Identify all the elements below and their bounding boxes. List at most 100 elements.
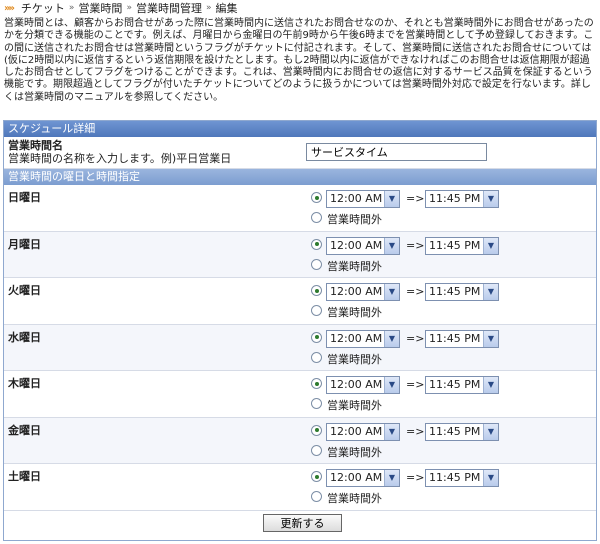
start-time-value: 12:00 AM <box>330 424 383 438</box>
start-time-select[interactable]: 12:00 AM ▼ <box>326 283 400 301</box>
open-hours-radio[interactable] <box>311 378 322 389</box>
chevron-down-icon: ▼ <box>483 284 498 300</box>
closed-radio[interactable] <box>311 491 322 502</box>
chevron-down-icon: ▼ <box>483 470 498 486</box>
day-row: 水曜日 12:00 AM ▼ => 11:45 PM ▼ 営業時間外 <box>4 324 596 371</box>
chevron-down-icon: ▼ <box>483 237 498 254</box>
chevron-down-icon: ▼ <box>483 377 498 393</box>
closed-radio[interactable] <box>311 212 322 223</box>
end-time-value: 11:45 PM <box>429 285 481 298</box>
form-footer: 更新する <box>4 511 596 535</box>
day-row: 月曜日 12:00 AM ▼ => 11:45 PM ▼ 営業時間外 <box>4 231 596 278</box>
end-time-select[interactable]: 11:45 PM ▼ <box>425 283 499 301</box>
section-title: 営業時間の曜日と時間指定 <box>4 169 596 185</box>
chevron-down-icon: ▼ <box>384 191 399 207</box>
day-label: 日曜日 <box>8 191 41 204</box>
schedule-panel: スケジュール詳細 営業時間名 営業時間の名称を入力します。例)平日営業日 営業時… <box>3 120 597 541</box>
end-time-select[interactable]: 11:45 PM ▼ <box>425 469 499 487</box>
chevron-down-icon: ▼ <box>384 330 399 347</box>
open-hours-radio[interactable] <box>311 471 322 482</box>
chevron-down-icon: ▼ <box>384 377 399 393</box>
closed-radio[interactable] <box>311 305 322 316</box>
open-hours-radio[interactable] <box>311 238 322 250</box>
update-button[interactable]: 更新する <box>263 513 342 532</box>
end-time-value: 11:45 PM <box>429 192 481 205</box>
breadcrumb-separator-icon: » <box>126 3 132 13</box>
day-label: 水曜日 <box>8 330 41 344</box>
chevron-down-icon: ▼ <box>483 191 498 207</box>
day-row: 土曜日 12:00 AM ▼ => 11:45 PM ▼ 営業時間外 <box>4 464 596 511</box>
chevron-down-icon: ▼ <box>384 470 399 486</box>
closed-label: 営業時間外 <box>327 445 382 459</box>
end-time-select[interactable]: 11:45 PM ▼ <box>425 190 499 208</box>
closed-label: 営業時間外 <box>327 259 382 273</box>
breadcrumb-item-business-hours[interactable]: 営業時間 <box>78 0 122 16</box>
end-time-value: 11:45 PM <box>429 238 481 252</box>
name-row: 営業時間名 営業時間の名称を入力します。例)平日営業日 <box>4 137 596 169</box>
closed-label: 営業時間外 <box>327 306 382 319</box>
start-time-value: 12:00 AM <box>330 285 383 298</box>
end-time-value: 11:45 PM <box>429 471 481 484</box>
breadcrumb-separator-icon: » <box>205 3 212 13</box>
closed-radio[interactable] <box>311 258 322 270</box>
start-time-value: 12:00 AM <box>330 378 383 391</box>
day-row: 金曜日 12:00 AM ▼ => 11:45 PM ▼ 営業時間外 <box>4 417 596 464</box>
range-arrow: => <box>406 238 425 252</box>
day-label: 木曜日 <box>8 377 41 390</box>
start-time-value: 12:00 AM <box>330 331 383 345</box>
end-time-value: 11:45 PM <box>429 331 481 345</box>
end-time-select[interactable]: 11:45 PM ▼ <box>425 376 499 394</box>
name-field-title: 営業時間名 <box>8 139 63 152</box>
closed-label: 営業時間外 <box>327 399 382 412</box>
open-hours-radio[interactable] <box>311 331 322 343</box>
closed-label: 営業時間外 <box>327 492 382 505</box>
chevron-down-icon: ▼ <box>483 423 498 440</box>
breadcrumb-arrow-icon: »» <box>4 2 15 14</box>
range-arrow: => <box>406 285 425 298</box>
page-description: 営業時間とは、顧客からお問合せがあった際に営業時間内に送信されたお問合せなのか、… <box>4 18 594 103</box>
closed-radio[interactable] <box>311 398 322 409</box>
range-arrow: => <box>406 331 425 345</box>
start-time-select[interactable]: 12:00 AM ▼ <box>326 422 400 441</box>
open-hours-radio[interactable] <box>311 285 322 296</box>
end-time-value: 11:45 PM <box>429 424 481 438</box>
range-arrow: => <box>406 471 425 484</box>
day-label: 土曜日 <box>8 470 41 483</box>
chevron-down-icon: ▼ <box>384 284 399 300</box>
start-time-select[interactable]: 12:00 AM ▼ <box>326 190 400 208</box>
name-field-hint: 営業時間の名称を入力します。例)平日営業日 <box>8 152 232 165</box>
breadcrumb: »» チケット » 営業時間 » 営業時間管理 » 編集 <box>4 1 237 15</box>
panel-title: スケジュール詳細 <box>4 121 596 137</box>
end-time-select[interactable]: 11:45 PM ▼ <box>425 329 499 348</box>
start-time-select[interactable]: 12:00 AM ▼ <box>326 329 400 348</box>
range-arrow: => <box>406 424 425 438</box>
chevron-down-icon: ▼ <box>384 237 399 254</box>
start-time-value: 12:00 AM <box>330 471 383 484</box>
closed-label: 営業時間外 <box>327 213 382 226</box>
range-arrow: => <box>406 378 425 391</box>
breadcrumb-item-edit: 編集 <box>215 2 238 15</box>
day-row: 木曜日 12:00 AM ▼ => 11:45 PM ▼ 営業時間外 <box>4 371 596 418</box>
schedule-name-input[interactable] <box>306 143 487 161</box>
name-field-label: 営業時間名 営業時間の名称を入力します。例)平日営業日 <box>8 139 231 165</box>
breadcrumb-item-ticket[interactable]: チケット <box>21 0 65 16</box>
day-row: 火曜日 12:00 AM ▼ => 11:45 PM ▼ 営業時間外 <box>4 278 596 325</box>
range-arrow: => <box>406 192 425 205</box>
closed-radio[interactable] <box>311 444 322 456</box>
day-list: 日曜日 12:00 AM ▼ => 11:45 PM ▼ 営業時間外 月曜日 1… <box>4 185 596 511</box>
start-time-select[interactable]: 12:00 AM ▼ <box>326 469 400 487</box>
day-label: 金曜日 <box>8 423 41 437</box>
end-time-select[interactable]: 11:45 PM ▼ <box>425 236 499 255</box>
breadcrumb-item-hours-management[interactable]: 営業時間管理 <box>136 0 202 16</box>
closed-radio[interactable] <box>311 351 322 363</box>
open-hours-radio[interactable] <box>311 192 322 203</box>
end-time-select[interactable]: 11:45 PM ▼ <box>425 422 499 441</box>
day-label: 月曜日 <box>8 237 41 251</box>
breadcrumb-separator-icon: » <box>68 3 75 13</box>
closed-label: 営業時間外 <box>327 352 382 366</box>
chevron-down-icon: ▼ <box>384 423 399 440</box>
start-time-value: 12:00 AM <box>330 238 383 252</box>
start-time-select[interactable]: 12:00 AM ▼ <box>326 376 400 394</box>
open-hours-radio[interactable] <box>311 424 322 436</box>
start-time-select[interactable]: 12:00 AM ▼ <box>326 236 400 255</box>
